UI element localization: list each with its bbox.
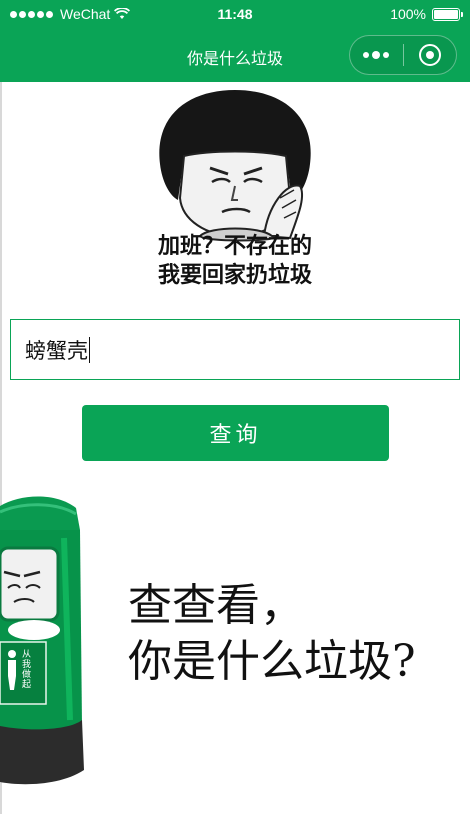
text-cursor (89, 336, 90, 363)
search-input[interactable]: 螃蟹壳 (10, 319, 460, 380)
navigation-bar: 你是什么垃圾 (0, 30, 470, 82)
slogan-line1: 查查看， (128, 580, 304, 631)
battery-group: 100% (390, 6, 463, 22)
more-button[interactable] (350, 35, 403, 75)
more-dots-icon (363, 51, 390, 59)
mini-program-capsule (349, 35, 457, 75)
slogan: 查查看， 你是什么垃圾? (128, 578, 463, 690)
query-button-label: 查询 (209, 423, 262, 448)
battery-icon (432, 7, 463, 21)
status-bar: WeChat 11:48 100% (0, 0, 470, 30)
search-input-value: 螃蟹壳 (25, 338, 88, 363)
slogan-line2: 你是什么垃圾? (128, 636, 416, 687)
battery-percent: 100% (390, 6, 426, 22)
battery-level (434, 9, 458, 19)
query-button[interactable]: 查询 (82, 405, 389, 461)
meme-caption-line1: 加班？不存在的 (157, 234, 312, 259)
bin-sign-text: 从我做起 (22, 650, 32, 690)
meme-caption-line2: 我要回家扔垃圾 (157, 263, 312, 288)
meme-caption: 加班？不存在的 我要回家扔垃圾 (142, 232, 328, 290)
close-mini-program-button[interactable] (403, 35, 456, 75)
trash-bin-illustration (0, 496, 84, 785)
target-circle-icon (418, 44, 441, 66)
